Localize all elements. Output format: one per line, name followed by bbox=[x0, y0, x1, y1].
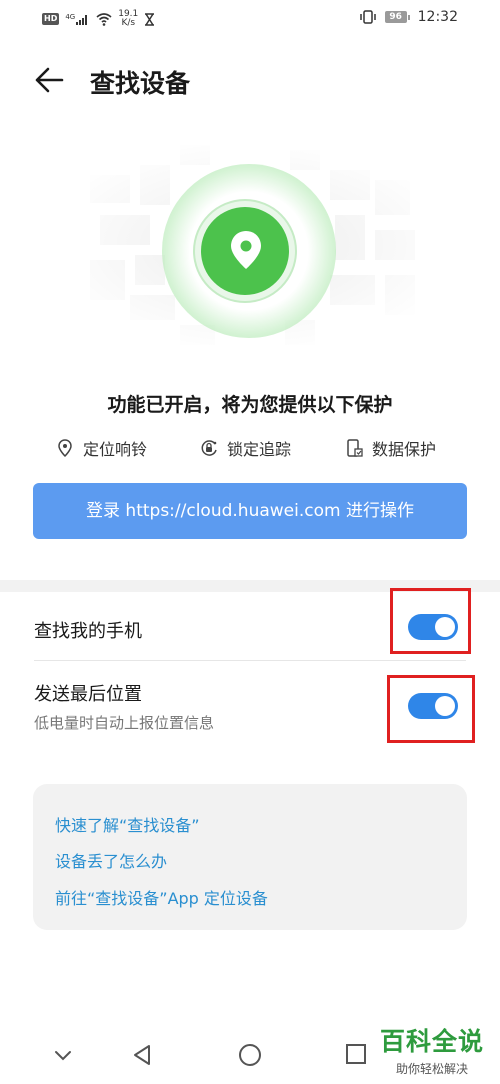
row-separator bbox=[34, 660, 466, 661]
help-card: 快速了解“查找设备” 设备丢了怎么办 前往“查找设备”App 定位设备 bbox=[33, 784, 467, 930]
back-triangle-icon[interactable] bbox=[131, 1044, 153, 1066]
status-bar-right: 96 12:32 bbox=[359, 9, 458, 25]
hero-illustration bbox=[0, 130, 500, 360]
net-speed-unit: K/s bbox=[121, 18, 136, 28]
highlight-box bbox=[390, 588, 471, 654]
help-link-learn[interactable]: 快速了解“查找设备” bbox=[55, 812, 200, 836]
app-bar: 查找设备 bbox=[0, 58, 500, 102]
location-pin-icon bbox=[231, 231, 261, 269]
feature-label: 数据保护 bbox=[372, 440, 437, 459]
signal-type: 4G bbox=[65, 13, 76, 21]
vibrate-icon bbox=[359, 10, 376, 24]
wifi-icon bbox=[96, 12, 112, 26]
feature-label: 锁定追踪 bbox=[227, 440, 292, 459]
recents-square-icon[interactable] bbox=[345, 1044, 367, 1066]
feature-status-text: 功能已开启，将为您提供以下保护 bbox=[107, 394, 393, 416]
page-title: 查找设备 bbox=[90, 69, 191, 98]
clock: 12:32 bbox=[417, 9, 458, 25]
feature-item-locate-ring: 定位响铃 bbox=[55, 436, 147, 460]
feature-item-lock-track: 锁定追踪 bbox=[199, 436, 291, 460]
status-bar: HD 4G 19.1 K/s 96 12:32 bbox=[0, 0, 500, 40]
back-arrow-icon[interactable] bbox=[34, 66, 64, 94]
home-circle-icon[interactable] bbox=[238, 1044, 262, 1068]
battery-level: 96 bbox=[384, 11, 407, 23]
signal-icon: 4G bbox=[65, 13, 90, 25]
location-pin-icon bbox=[58, 439, 72, 458]
feature-label: 定位响铃 bbox=[83, 440, 148, 459]
watermark-title: 百科全说 bbox=[379, 1027, 484, 1056]
feature-item-data-protect: 数据保护 bbox=[344, 436, 436, 460]
help-link-lost-device[interactable]: 设备丢了怎么办 bbox=[55, 848, 167, 872]
net-speed: 19.1 K/s bbox=[118, 10, 138, 28]
watermark: 百科全说 助你轻松解决 bbox=[372, 1022, 492, 1077]
login-cloud-button[interactable]: 登录 https://cloud.huawei.com 进行操作 bbox=[33, 483, 467, 539]
watermark-subtitle: 助你轻松解决 bbox=[395, 1062, 468, 1076]
help-link-open-app[interactable]: 前往“查找设备”App 定位设备 bbox=[55, 885, 268, 909]
battery-icon: 96 bbox=[384, 11, 410, 23]
hd-badge: HD bbox=[42, 13, 60, 25]
hourglass-icon bbox=[145, 12, 155, 26]
highlight-box bbox=[387, 675, 475, 743]
chevron-down-icon[interactable] bbox=[52, 1044, 74, 1066]
phone-data-icon bbox=[347, 439, 363, 457]
status-bar-left: HD 4G 19.1 K/s bbox=[42, 10, 155, 28]
feature-list: 定位响铃 锁定追踪 数据保护 bbox=[0, 436, 500, 462]
lock-track-icon bbox=[201, 440, 217, 456]
